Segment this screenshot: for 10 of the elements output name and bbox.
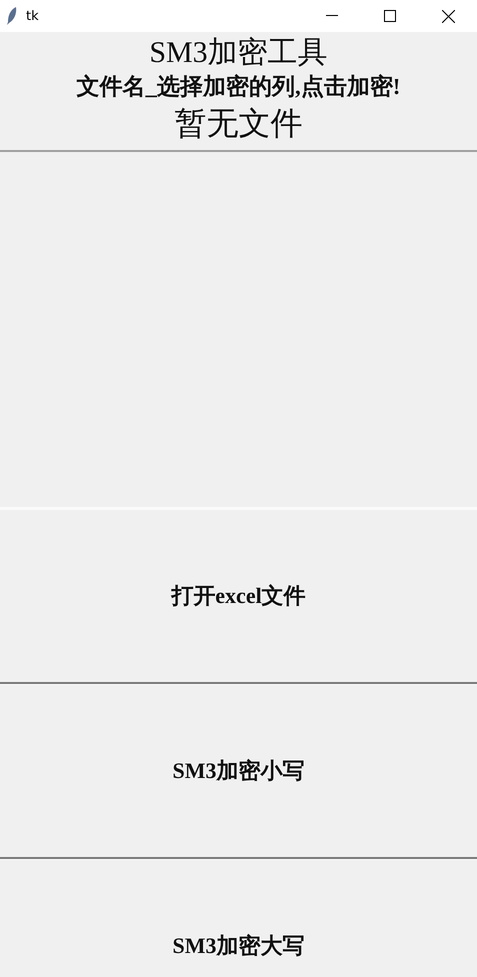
- app-title: SM3加密工具: [149, 35, 328, 71]
- action-button[interactable]: 打开excel文件: [0, 509, 477, 684]
- action-button[interactable]: SM3加密小写: [0, 684, 477, 859]
- instruction-text: 文件名_选择加密的列,点击加密!: [76, 73, 400, 101]
- window-title: tk: [26, 8, 40, 24]
- feather-icon: [6, 6, 18, 26]
- file-status-text: 暂无文件: [174, 104, 302, 143]
- maximize-icon[interactable]: [384, 10, 396, 22]
- minimize-icon[interactable]: [326, 15, 338, 17]
- close-icon[interactable]: [442, 10, 454, 22]
